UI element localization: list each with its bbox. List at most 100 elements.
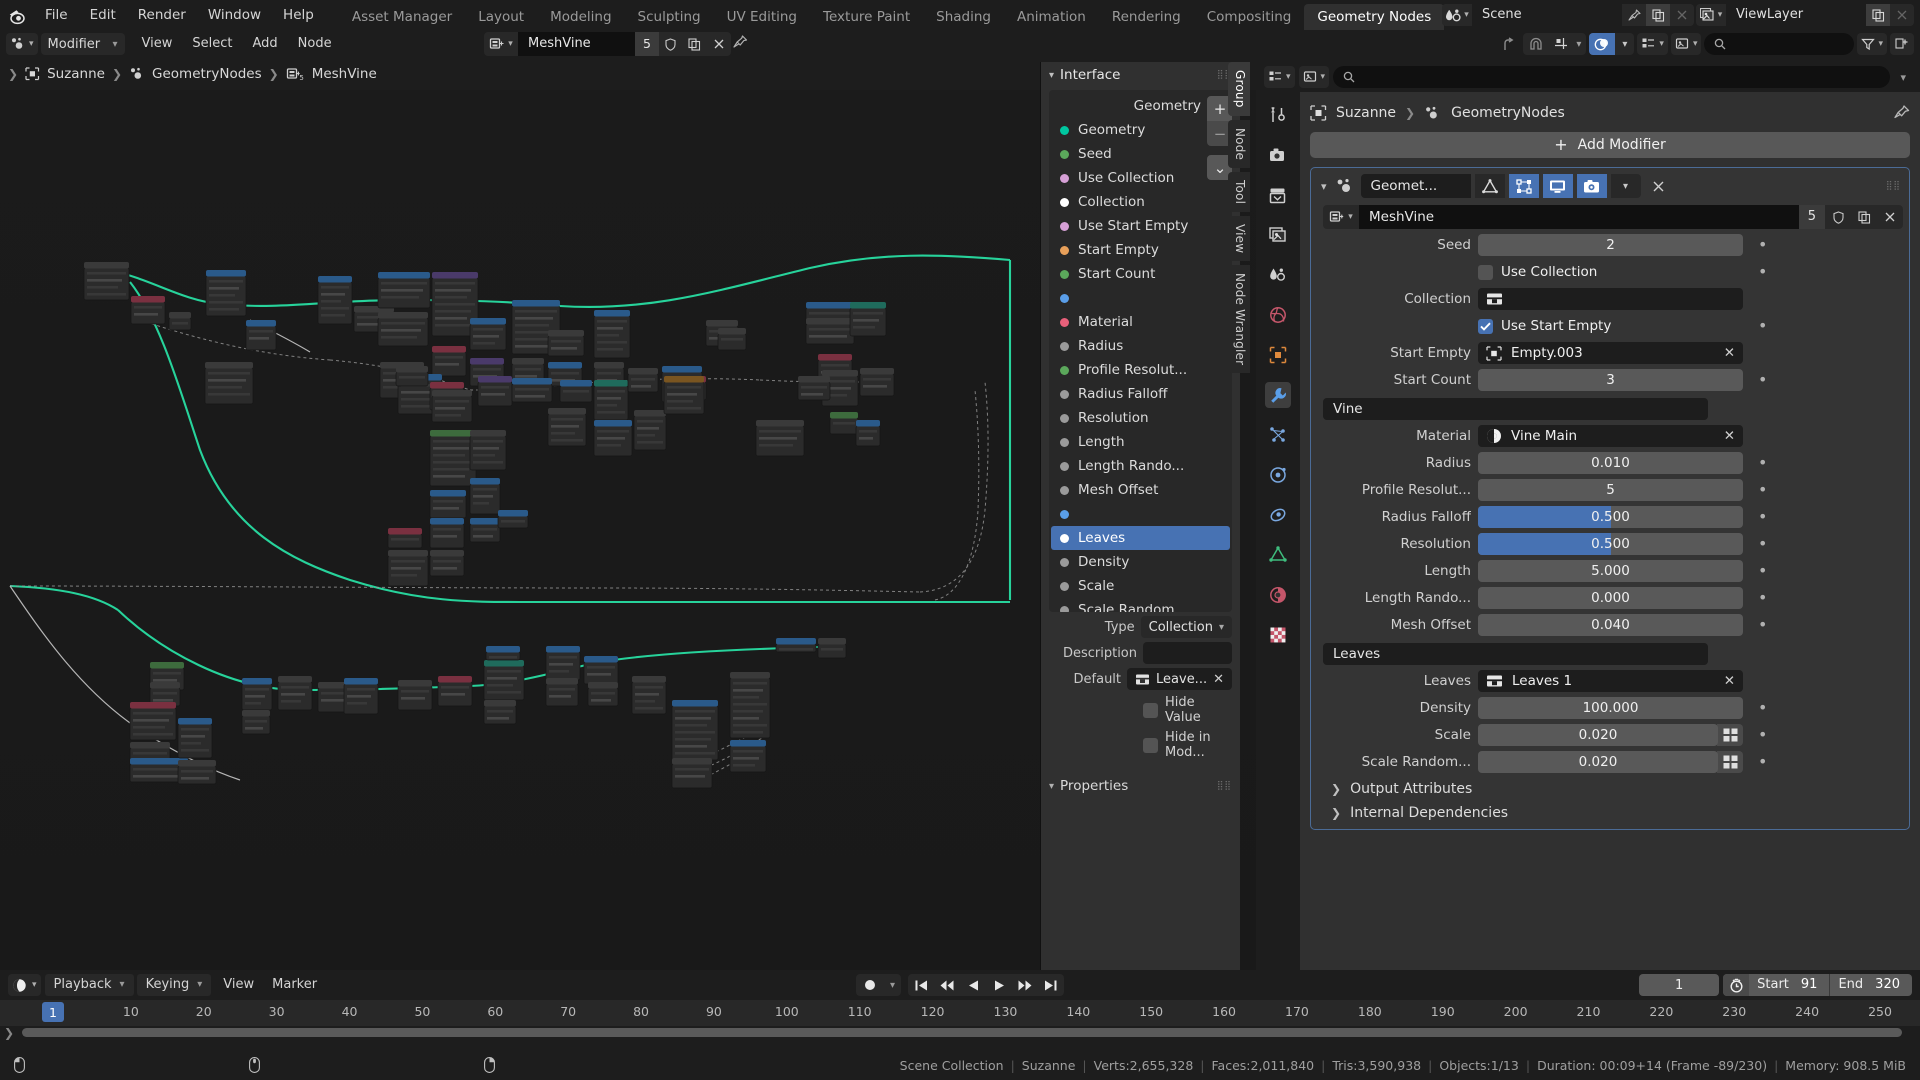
tab-tool-icon[interactable] [1265, 102, 1291, 128]
interface-socket-row[interactable]: Density [1051, 550, 1230, 574]
interface-panel-header[interactable]: ▾ Interface ⣿⣿ [1041, 62, 1240, 88]
editor-options-icon[interactable]: ▾ [1637, 33, 1668, 55]
tab-output-icon[interactable] [1265, 182, 1291, 208]
interface-socket-list[interactable]: GeometryGeometrySeedUse CollectionCollec… [1049, 90, 1232, 612]
start-frame-value[interactable]: 91 [1797, 974, 1830, 996]
timeline-playhead[interactable]: 1 [42, 1002, 64, 1022]
n-panel-tab-view[interactable]: View [1228, 216, 1250, 261]
modifier-delete-icon[interactable] [1645, 180, 1673, 193]
overlays-dropdown-chevron[interactable]: ▾ [1615, 33, 1634, 55]
modifier-id-field[interactable]: Leaves 1✕ [1478, 670, 1743, 692]
breadcrumb-item-object[interactable]: Suzanne [25, 66, 105, 82]
interface-socket-row[interactable]: Seed [1051, 142, 1230, 166]
tab-particles-icon[interactable] [1265, 422, 1291, 448]
modifier-nodegroup-row[interactable]: ▾ MeshVine 5 [1323, 205, 1903, 229]
filter-funnel-icon[interactable]: ▾ [1857, 33, 1887, 55]
pin-scene-icon[interactable] [1622, 4, 1646, 26]
modifier-value-field[interactable]: 3 [1478, 369, 1743, 391]
properties-header-chevron-icon[interactable]: ▾ [1894, 71, 1912, 84]
auto-keying-toggle-icon[interactable] [856, 974, 884, 996]
filter-view-icon[interactable]: ▾ [1671, 33, 1702, 55]
node-menu-node[interactable]: Node [288, 33, 342, 55]
clear-id-icon[interactable]: ✕ [1724, 345, 1735, 361]
tab-render-icon[interactable] [1265, 142, 1291, 168]
clear-id-icon[interactable]: ✕ [1724, 428, 1735, 444]
interface-socket-row[interactable]: Scale [1051, 574, 1230, 598]
workspace-tab-asset-manager[interactable]: Asset Manager [339, 4, 465, 30]
breadcrumb-item-nodetree[interactable]: 5 MeshVine [286, 66, 377, 82]
n-panel-tab-tool[interactable]: Tool [1228, 172, 1250, 212]
new-scene-icon[interactable] [1646, 4, 1670, 26]
interface-socket-row[interactable]: Use Start Empty [1051, 214, 1230, 238]
animate-property-dot[interactable]: • [1758, 757, 1767, 767]
modifier-value-field[interactable]: 0.000 [1478, 587, 1743, 609]
panel-grip-icon[interactable]: ⣿⣿ [1217, 783, 1232, 789]
animate-property-dot[interactable]: • [1758, 512, 1767, 522]
workspace-tab-texture-paint[interactable]: Texture Paint [810, 4, 923, 30]
pin-nodetree-icon[interactable] [733, 35, 748, 51]
interface-socket-row[interactable]: Use Collection [1051, 166, 1230, 190]
snap-dropdown-chevron[interactable]: ▾ [1574, 33, 1586, 55]
modifier-mode-dropdown[interactable]: Modifier ▾ [41, 33, 125, 55]
breadcrumb-item-modifier[interactable]: GeometryNodes [129, 66, 262, 82]
tab-modifier-icon[interactable] [1265, 382, 1291, 408]
properties-search-input[interactable] [1333, 66, 1890, 88]
editor-type-icon[interactable]: ▾ [6, 33, 38, 55]
n-panel-tab-node-wrangler[interactable]: Node Wrangler [1228, 265, 1250, 373]
unlink-nodegroup-icon[interactable] [707, 32, 731, 56]
timeline-editor-type-icon[interactable]: ▾ [8, 974, 41, 996]
delete-viewlayer-icon[interactable] [1890, 4, 1914, 26]
animate-property-dot[interactable]: • [1758, 620, 1767, 630]
current-frame-field[interactable]: 1 [1639, 974, 1719, 996]
hide-value-checkbox[interactable] [1143, 703, 1158, 718]
tab-texture-icon[interactable] [1265, 622, 1291, 648]
workspace-tab-animation[interactable]: Animation [1004, 4, 1099, 30]
modifier-id-field[interactable] [1478, 288, 1743, 310]
jump-to-next-keyframe-button[interactable] [1012, 974, 1038, 996]
tab-scene-icon[interactable] [1265, 262, 1291, 288]
modifier-value-field[interactable]: 0.040 [1478, 614, 1743, 636]
modifier-value-field[interactable]: 0.010 [1478, 452, 1743, 474]
interface-socket-row[interactable]: Start Count [1051, 262, 1230, 286]
modifier-value-field[interactable]: 100.000 [1478, 697, 1743, 719]
animate-property-dot[interactable]: • [1758, 485, 1767, 495]
new-viewlayer-icon[interactable] [1866, 4, 1890, 26]
interface-socket-row[interactable]: Leaves [1051, 526, 1230, 550]
go-to-parent-icon[interactable] [1496, 33, 1520, 55]
add-modifier-button[interactable]: + Add Modifier [1310, 132, 1910, 158]
animate-property-dot[interactable]: • [1758, 566, 1767, 576]
modifier-value-field[interactable]: 0.500 [1478, 533, 1743, 555]
animate-property-dot[interactable]: • [1758, 240, 1767, 250]
modifier-edit-mode-toggle[interactable] [1475, 174, 1505, 198]
hide-value-row[interactable]: Hide Value [1143, 695, 1232, 725]
animate-property-dot[interactable]: • [1758, 730, 1767, 740]
interface-socket-row[interactable] [1051, 286, 1230, 310]
properties-editor-type-icon[interactable]: ▾ [1264, 66, 1295, 88]
topbar-menu-file[interactable]: File [34, 0, 79, 30]
timeline-scroll-arrow-icon[interactable]: ❯ [4, 1026, 14, 1040]
modifier-panel-vine-header[interactable]: Vine [1323, 398, 1708, 420]
modifier-id-field[interactable]: Vine Main✕ [1478, 425, 1743, 447]
timeline-scrollbar[interactable] [22, 1028, 1902, 1037]
use-attribute-toggle-icon[interactable] [1717, 724, 1743, 746]
modifier-expand-chevron-icon[interactable]: ▾ [1317, 180, 1331, 193]
modifier-checkbox[interactable] [1478, 319, 1493, 334]
fake-user-shield-icon[interactable] [1825, 205, 1851, 229]
socket-default-id-field[interactable]: Leave... ✕ [1127, 668, 1232, 690]
workspace-tab-modeling[interactable]: Modeling [537, 4, 624, 30]
properties-modifier-label[interactable]: GeometryNodes [1451, 105, 1565, 121]
modifier-value-field[interactable]: 5 [1478, 479, 1743, 501]
interface-socket-row[interactable]: Material [1051, 310, 1230, 334]
blender-logo-icon[interactable] [0, 0, 34, 30]
modifier-nodegroup-users[interactable]: 5 [1799, 205, 1825, 229]
properties-object-label[interactable]: Suzanne [1336, 105, 1396, 121]
n-panel-tab-group[interactable]: Group [1228, 62, 1250, 116]
tab-material-icon[interactable] [1265, 582, 1291, 608]
interface-socket-row[interactable]: Geometry [1051, 94, 1230, 118]
node-menu-add[interactable]: Add [243, 33, 288, 55]
timeline-menu-keying[interactable]: Keying▾ [137, 974, 212, 996]
workspace-tab-uv-editing[interactable]: UV Editing [714, 4, 810, 30]
tab-constraints-icon[interactable] [1265, 502, 1291, 528]
workspace-tab-shading[interactable]: Shading [923, 4, 1004, 30]
delete-scene-icon[interactable] [1670, 4, 1694, 26]
